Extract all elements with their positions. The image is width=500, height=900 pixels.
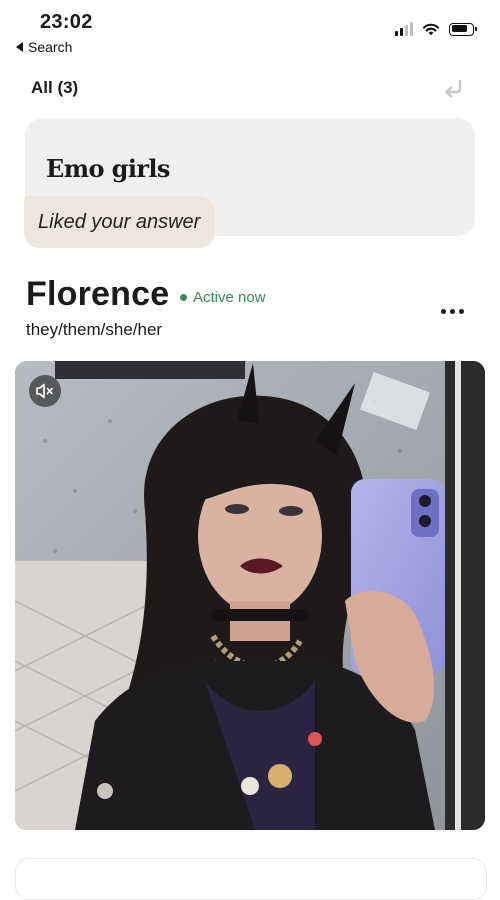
active-status-label: Active now	[193, 289, 266, 306]
prompt-answer-text: Emo girls	[46, 154, 170, 183]
status-bar: 23:02 Search	[0, 0, 500, 64]
next-profile-card	[15, 858, 487, 900]
profile-photo[interactable]	[15, 361, 485, 830]
active-status: Active now	[180, 289, 266, 306]
liked-answer-bubble: Liked your answer	[24, 196, 216, 248]
back-triangle-icon	[16, 42, 23, 52]
status-icons	[395, 22, 477, 36]
profile-name: Florence	[26, 275, 170, 313]
prompt-answer-card[interactable]: Emo girls Liked your answer	[24, 118, 475, 248]
speaker-muted-icon	[36, 383, 53, 399]
battery-icon	[449, 22, 477, 36]
wifi-icon	[422, 23, 440, 36]
profile-photo-illustration	[15, 361, 485, 830]
active-dot-icon	[180, 294, 187, 301]
back-to-search-link[interactable]: Search	[16, 39, 72, 55]
filter-all-label[interactable]: All (3)	[31, 78, 78, 98]
cellular-signal-icon	[395, 22, 413, 36]
undo-arrow-icon[interactable]	[440, 76, 466, 102]
profile-pronouns: they/them/she/her	[26, 320, 163, 339]
more-options-button[interactable]	[437, 301, 467, 321]
status-time: 23:02	[40, 11, 93, 33]
back-link-label: Search	[28, 39, 73, 55]
mute-toggle-button[interactable]	[29, 375, 61, 407]
